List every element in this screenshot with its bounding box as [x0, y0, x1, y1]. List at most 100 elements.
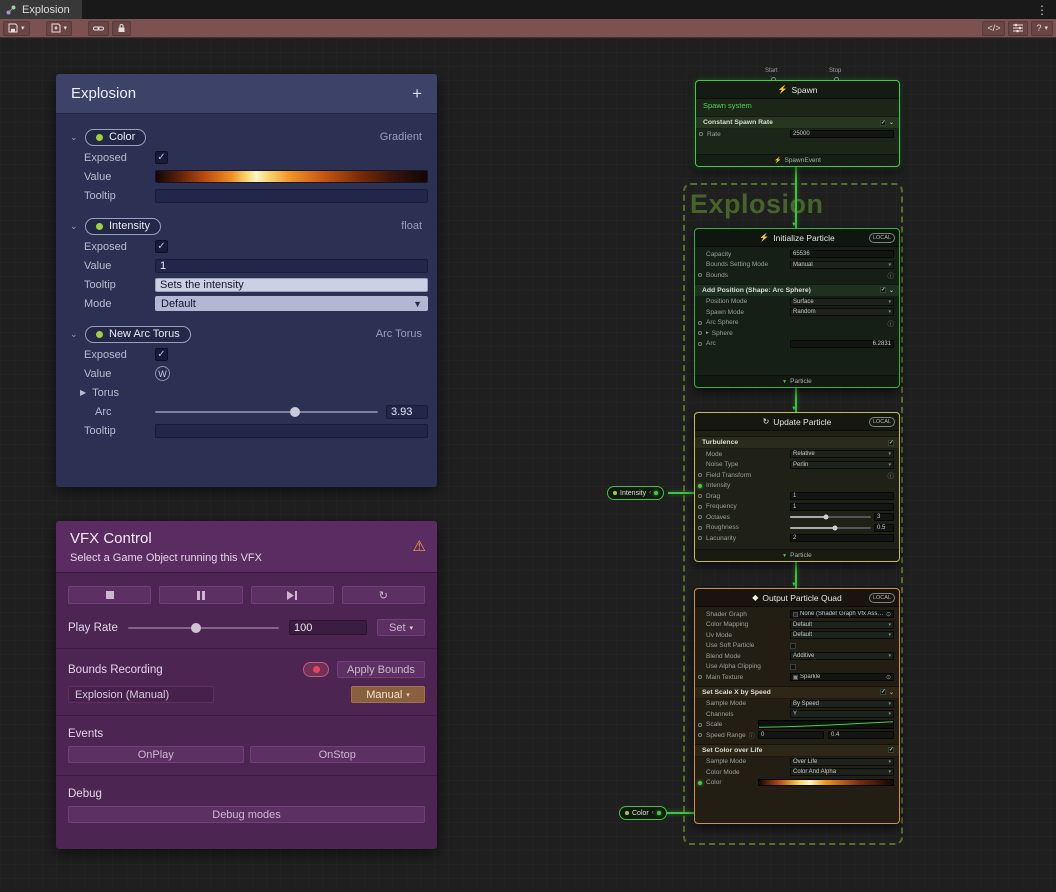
block-checkbox[interactable]: ✓: [880, 287, 886, 293]
input-port[interactable]: [698, 342, 702, 346]
dropdown[interactable]: Additive▾: [790, 652, 894, 660]
value-field[interactable]: 1: [790, 503, 894, 511]
row-field-transform[interactable]: Field Transformⓘ: [695, 470, 899, 481]
row-sample-mode[interactable]: Sample ModeBy Speed▾: [695, 699, 899, 710]
vfx-control-header[interactable]: VFX Control Select a Game Object running…: [56, 521, 437, 573]
arc-slider[interactable]: [155, 411, 378, 413]
settings-button[interactable]: [1008, 21, 1028, 36]
pause-button[interactable]: [159, 586, 242, 604]
link-button[interactable]: [88, 21, 109, 36]
debug-modes-button[interactable]: Debug modes: [68, 806, 425, 823]
curve-field[interactable]: [758, 720, 894, 729]
input-port[interactable]: [698, 526, 702, 530]
slider-knob[interactable]: [824, 515, 829, 520]
gradient-field[interactable]: [758, 779, 894, 786]
dropdown[interactable]: Default▾: [790, 631, 894, 639]
arc-value-input[interactable]: 3.93: [386, 405, 428, 419]
range-max-field[interactable]: 0.4: [828, 731, 894, 739]
input-port[interactable]: [698, 723, 702, 727]
save-button[interactable]: ▾: [3, 21, 30, 36]
row-position-mode[interactable]: Position ModeSurface▾: [695, 297, 899, 308]
object-picker-icon[interactable]: ⊙: [886, 674, 891, 681]
input-port[interactable]: [698, 321, 702, 325]
value-field[interactable]: 2: [790, 534, 894, 542]
node-output-particle-quad[interactable]: ◆ Output Particle Quad LOCAL Shader Grap…: [694, 588, 900, 824]
row-mode[interactable]: ModeRelative▾: [695, 449, 899, 460]
row-use-soft-particle[interactable]: Use Soft Particle: [695, 641, 899, 652]
particle-output-port[interactable]: ▼ Particle: [695, 549, 899, 561]
property-intensity-header[interactable]: ⌄ Intensity float: [56, 215, 437, 237]
node-initialize-particle[interactable]: ⚡ Initialize Particle LOCAL Capacity6553…: [694, 228, 900, 388]
row-octaves[interactable]: Octaves3: [695, 512, 899, 523]
parameter-node-intensity[interactable]: Intensity ‹: [607, 486, 664, 500]
property-pill-color[interactable]: Color: [85, 129, 146, 146]
dropdown[interactable]: Y▾: [790, 710, 894, 718]
collapse-icon[interactable]: ‹: [649, 490, 651, 496]
apply-bounds-button[interactable]: Apply Bounds: [337, 661, 425, 678]
dropdown[interactable]: Relative▾: [790, 450, 894, 458]
value-field[interactable]: 65536: [790, 250, 894, 258]
object-field[interactable]: None (Shader Graph Vfx Asset)⊙: [790, 610, 894, 618]
row-color[interactable]: Color: [695, 778, 899, 789]
slider[interactable]: [790, 527, 871, 529]
row-bounds[interactable]: Boundsⓘ: [695, 270, 899, 281]
block-add-position-shape-arc-sphere[interactable]: Add Position (Shape: Arc Sphere)✓⌄: [695, 284, 899, 297]
node-update-particle[interactable]: ↻ Update Particle LOCAL Turbulence✓ModeR…: [694, 412, 900, 562]
value-field[interactable]: 6.2831: [790, 340, 894, 348]
property-pill-arc-torus[interactable]: New Arc Torus: [85, 326, 191, 343]
value-input[interactable]: 1: [155, 259, 428, 273]
foldout-arrow-icon[interactable]: ▶: [80, 388, 86, 397]
chevron-down-icon[interactable]: ⌄: [70, 132, 85, 143]
chevron-down-icon[interactable]: ⌄: [889, 119, 894, 126]
row-color-mode[interactable]: Color ModeColor And Alpha▾: [695, 767, 899, 778]
row-spawn-mode[interactable]: Spawn ModeRandom▾: [695, 307, 899, 318]
gradient-value-field[interactable]: [155, 170, 428, 183]
chevron-down-icon[interactable]: ⌄: [889, 287, 894, 294]
row-shader-graph[interactable]: Shader GraphNone (Shader Graph Vfx Asset…: [695, 609, 899, 620]
row-bounds-setting-mode[interactable]: Bounds Setting ModeManual▾: [695, 260, 899, 271]
dropdown[interactable]: Color And Alpha▾: [790, 768, 894, 776]
row-channels[interactable]: ChannelsY▾: [695, 709, 899, 720]
slider-knob[interactable]: [290, 407, 300, 417]
slider[interactable]: [790, 516, 871, 518]
input-port[interactable]: [698, 473, 702, 477]
step-button[interactable]: [251, 586, 334, 604]
row-scale[interactable]: Scale: [695, 720, 899, 731]
row-sphere[interactable]: ▸Sphere: [695, 328, 899, 339]
property-arc-torus-header[interactable]: ⌄ New Arc Torus Arc Torus: [56, 323, 437, 345]
input-port[interactable]: [699, 132, 703, 136]
slider-knob[interactable]: [832, 525, 837, 530]
gizmo-toggle[interactable]: W: [155, 366, 170, 381]
property-color-header[interactable]: ⌄ Color Gradient: [56, 126, 437, 148]
block-constant-spawn-rate[interactable]: Constant Spawn Rate✓⌄: [696, 116, 899, 129]
tooltip-input[interactable]: [155, 189, 428, 203]
node-header[interactable]: ↻ Update Particle LOCAL: [695, 413, 899, 431]
spawn-event-output-port[interactable]: ⚡ SpawnEvent: [696, 154, 899, 166]
blackboard-header[interactable]: Explosion +: [56, 74, 437, 114]
row-rate[interactable]: Rate25000: [696, 129, 899, 140]
fold-icon[interactable]: ▸: [706, 330, 709, 336]
block-checkbox[interactable]: ✓: [880, 689, 886, 695]
exposed-checkbox[interactable]: ✓: [155, 240, 168, 253]
row-capacity[interactable]: Capacity65536: [695, 249, 899, 260]
block-checkbox[interactable]: ✓: [888, 747, 894, 753]
tooltip-input[interactable]: Sets the intensity: [155, 278, 428, 292]
checkbox[interactable]: [790, 664, 796, 670]
dropdown[interactable]: Surface▾: [790, 298, 894, 306]
row-main-texture[interactable]: Main TextureSparkle⊙: [695, 672, 899, 683]
checkbox[interactable]: [790, 643, 796, 649]
restart-button[interactable]: ↻: [342, 586, 425, 604]
input-port[interactable]: [698, 781, 702, 785]
help-button[interactable]: ? ▾: [1031, 21, 1053, 36]
row-frequency[interactable]: Frequency1: [695, 502, 899, 513]
property-pill-intensity[interactable]: Intensity: [85, 218, 161, 235]
row-arc[interactable]: Arc6.2831: [695, 339, 899, 350]
row-blend-mode[interactable]: Blend ModeAdditive▾: [695, 651, 899, 662]
onplay-button[interactable]: OnPlay: [68, 746, 244, 763]
stop-button[interactable]: [68, 586, 151, 604]
exposed-checkbox[interactable]: ✓: [155, 348, 168, 361]
row-lacunarity[interactable]: Lacunarity2: [695, 533, 899, 544]
output-port[interactable]: [654, 491, 658, 495]
row-arc-sphere[interactable]: Arc Sphereⓘ: [695, 318, 899, 329]
record-bounds-button[interactable]: [303, 662, 329, 677]
